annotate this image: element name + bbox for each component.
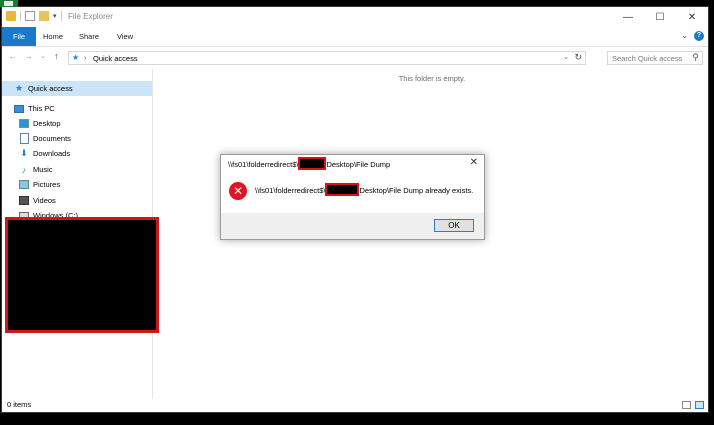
sidebar-item-label: Quick access <box>28 84 73 93</box>
redaction-box <box>325 183 360 197</box>
dialog-message-path-suffix: Desktop\File Dump already exists. <box>359 186 474 195</box>
window-controls: — ☐ ✕ <box>612 7 708 27</box>
sidebar-item-pictures[interactable]: Pictures <box>2 177 152 192</box>
title-bar: ▾ File Explorer — ☐ ✕ <box>2 7 708 27</box>
empty-folder-message: This folder is empty. <box>398 74 466 83</box>
address-bar[interactable]: ★ › Quick access ⌄ ↻ <box>68 51 586 65</box>
expand-ribbon-icon[interactable]: ⌄ <box>681 31 688 40</box>
sidebar-item-downloads[interactable]: ⬇ Downloads <box>2 146 152 161</box>
error-dialog: \\fs01\folderredirect$\ Desktop\File Dump… <box>220 154 485 240</box>
details-view-icon[interactable] <box>682 401 691 409</box>
status-bar: 0 items <box>2 399 708 412</box>
sidebar-item-label: Pictures <box>33 180 61 189</box>
error-icon: ✕ <box>229 182 247 200</box>
sidebar-item-label: Videos <box>33 196 56 205</box>
tab-share[interactable]: Share <box>72 27 106 46</box>
navigation-bar: ← → ⌄ ↑ ★ › Quick access ⌄ ↻ Search Quic… <box>2 47 708 69</box>
sidebar-item-label: Desktop <box>33 119 61 128</box>
app-corner-icon <box>0 0 18 7</box>
search-input[interactable]: Search Quick access ⚲ <box>607 51 703 65</box>
sidebar-item-label: This PC <box>28 104 55 113</box>
search-icon[interactable]: ⚲ <box>692 52 699 63</box>
sidebar-item-music[interactable]: ♪ Music <box>2 162 152 177</box>
dialog-title: \\fs01\folderredirect$\ Desktop\File Dump <box>228 157 391 171</box>
address-dropdown-icon[interactable]: ⌄ <box>563 53 569 61</box>
tab-file[interactable]: File <box>2 27 36 46</box>
sidebar-item-documents[interactable]: Documents <box>2 131 152 146</box>
properties-icon[interactable] <box>25 11 35 21</box>
sidebar-item-this-pc[interactable]: This PC <box>2 101 152 116</box>
sidebar-item-label: Music <box>33 165 53 174</box>
star-icon: ★ <box>14 83 24 93</box>
toolbar-divider <box>60 11 62 21</box>
tab-view[interactable]: View <box>108 27 142 46</box>
downloads-icon: ⬇ <box>20 148 28 158</box>
tab-home[interactable]: Home <box>36 27 70 46</box>
toolbar-divider <box>20 11 21 21</box>
sidebar-item-label: Downloads <box>33 149 71 158</box>
dialog-footer: OK <box>221 213 484 239</box>
quick-access-toolbar: ▾ <box>6 11 62 21</box>
documents-icon <box>19 133 29 144</box>
forward-button[interactable]: → <box>24 51 33 61</box>
window-title: File Explorer <box>68 12 113 21</box>
sidebar-item-videos[interactable]: Videos <box>2 193 152 208</box>
dialog-message: \\fs01\folderredirect$\ Desktop\File Dump… <box>255 183 474 197</box>
computer-icon <box>14 104 24 114</box>
redaction-box <box>5 217 159 333</box>
sidebar-item-label: Documents <box>33 134 71 143</box>
resize-grip[interactable] <box>700 404 708 412</box>
refresh-icon[interactable]: ↻ <box>574 52 582 63</box>
recent-locations-button[interactable]: ⌄ <box>40 52 46 60</box>
folder-app-icon <box>6 11 16 21</box>
help-icon[interactable]: ? <box>694 31 704 41</box>
ok-button[interactable]: OK <box>434 219 474 232</box>
file-explorer-window: ▾ File Explorer — ☐ ✕ File Home Share Vi… <box>1 6 709 413</box>
quick-access-star-icon: ★ <box>72 53 80 62</box>
breadcrumb-quick-access[interactable]: Quick access <box>93 54 138 63</box>
maximize-button[interactable]: ☐ <box>644 7 676 27</box>
minimize-button[interactable]: — <box>612 7 644 27</box>
dialog-title-path-suffix: Desktop\File Dump <box>326 160 391 169</box>
sidebar-item-desktop[interactable]: Desktop <box>2 116 152 131</box>
close-button[interactable]: ✕ <box>676 7 708 27</box>
dialog-title-path-prefix: \\fs01\folderredirect$\ <box>228 160 299 169</box>
item-count: 0 items <box>7 400 32 409</box>
videos-icon <box>19 196 29 206</box>
pictures-icon <box>19 180 29 190</box>
redaction-box <box>298 157 327 171</box>
dialog-close-button[interactable]: ✕ <box>470 157 478 168</box>
up-button[interactable]: ↑ <box>54 51 59 61</box>
dialog-message-path-prefix: \\fs01\folderredirect$\ <box>255 186 326 195</box>
ribbon-tabs: File Home Share View ⌄ ? <box>2 27 708 47</box>
sidebar-item-quick-access[interactable]: ★ Quick access <box>2 81 152 96</box>
desktop-icon <box>19 119 29 129</box>
new-folder-icon[interactable] <box>39 11 49 21</box>
breadcrumb-separator: › <box>84 53 87 62</box>
back-button[interactable]: ← <box>8 51 17 61</box>
customize-toolbar-icon[interactable]: ▾ <box>53 12 57 20</box>
search-placeholder: Search Quick access <box>612 54 683 63</box>
music-icon: ♪ <box>21 164 27 175</box>
